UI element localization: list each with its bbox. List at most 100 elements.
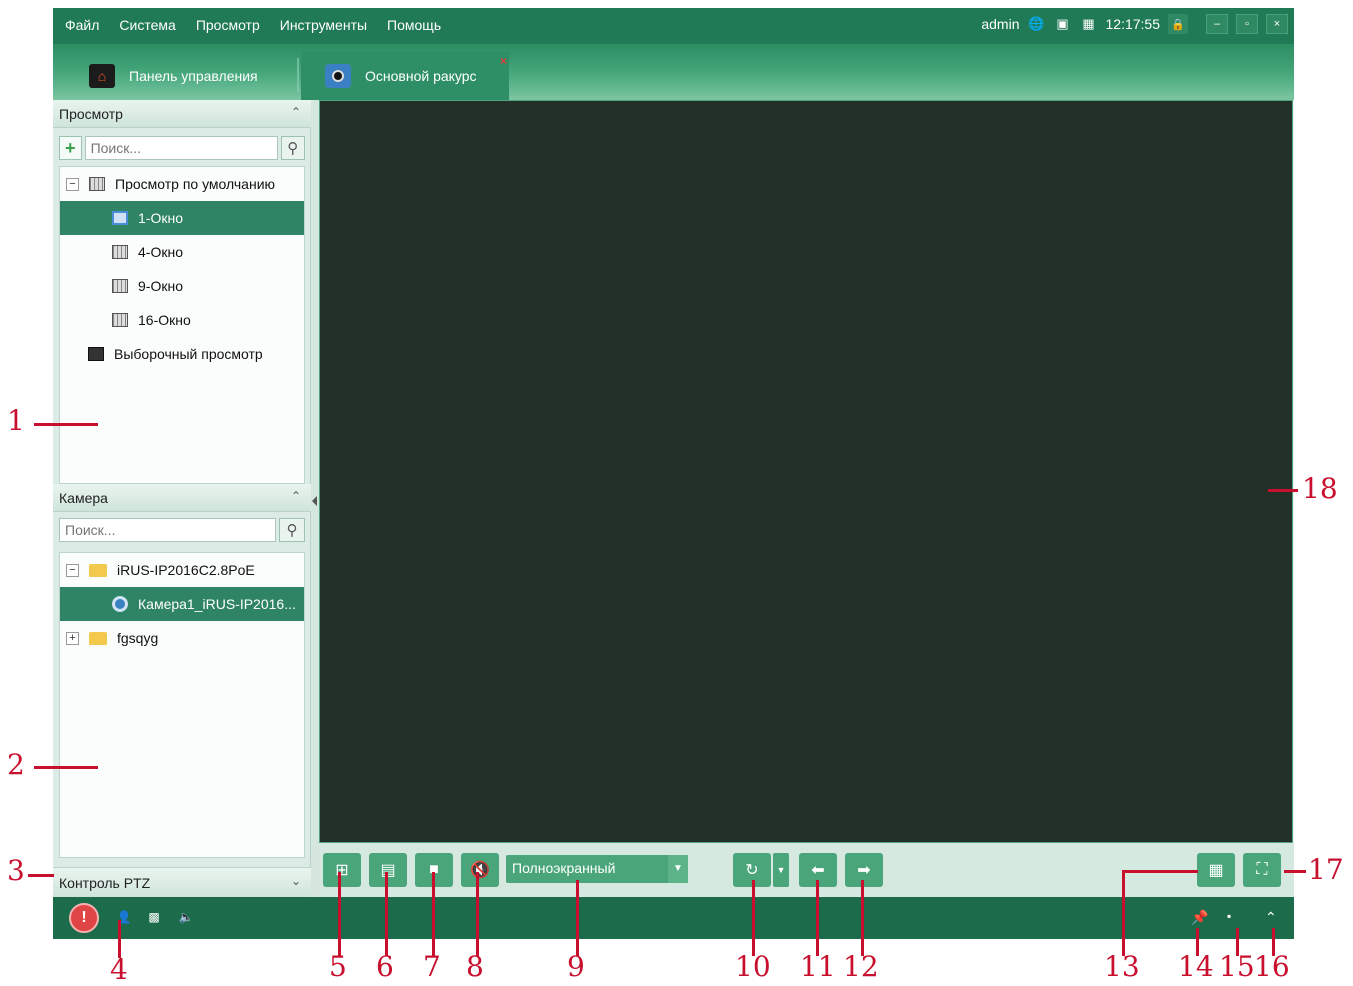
next-page-button[interactable]: ➡	[845, 853, 883, 887]
layout-1-window[interactable]: 1-Окно	[60, 201, 304, 235]
tree-node-group[interactable]: + fgsqyg	[60, 621, 304, 655]
annotation-15: 15	[1219, 950, 1255, 983]
annotation-line	[338, 872, 341, 956]
menu-help[interactable]: Помощь	[387, 17, 441, 33]
collapse-icon[interactable]: −	[66, 563, 79, 577]
grid-16-icon	[112, 313, 128, 327]
layout-9-window[interactable]: 9-Окно	[60, 269, 304, 303]
annotation-7: 7	[423, 950, 441, 983]
annotation-2: 2	[7, 748, 25, 781]
tree-label: 1-Окно	[138, 210, 183, 226]
video-exception-icon[interactable]: ▩	[145, 909, 163, 925]
menu-system[interactable]: Система	[119, 17, 175, 33]
app-window: Файл Система Просмотр Инструменты Помощь…	[53, 8, 1294, 939]
display-mode-select[interactable]: Полноэкранный ▼	[506, 855, 688, 883]
pin-icon[interactable]: 📌	[1191, 909, 1208, 926]
tab-control-panel[interactable]: ⌂ Панель управления	[53, 52, 297, 100]
window-layout-button[interactable]: ▦	[1197, 853, 1235, 887]
camera-section-title: Камера	[59, 490, 108, 506]
display-mode-value: Полноэкранный	[512, 860, 616, 876]
tab-close-icon[interactable]: ×	[500, 54, 507, 68]
tab-divider	[297, 58, 299, 92]
tab-label: Панель управления	[129, 68, 258, 84]
menu-file[interactable]: Файл	[65, 17, 99, 33]
camera-section-header[interactable]: Камера ⌃	[53, 484, 311, 512]
close-button[interactable]: ×	[1266, 14, 1288, 34]
maximize-button[interactable]: ▫	[1236, 14, 1258, 34]
annotation-line	[476, 872, 479, 956]
fullscreen-button[interactable]: ⛶	[1243, 853, 1281, 887]
expand-icon[interactable]: +	[66, 631, 79, 645]
layout-4-window[interactable]: 4-Окно	[60, 235, 304, 269]
chevron-up-icon[interactable]: ⌃	[291, 489, 301, 503]
alarm-icon[interactable]: !	[69, 903, 99, 933]
lock-icon[interactable]: 🔒	[1168, 14, 1188, 34]
search-icon[interactable]: ⚲	[279, 518, 305, 542]
annotation-1: 1	[7, 404, 25, 437]
tree-node-device[interactable]: − iRUS-IP2016C2.8PoE	[60, 553, 304, 587]
tree-label: 4-Окно	[138, 244, 183, 260]
annotation-line	[861, 880, 864, 956]
custom-view-icon	[88, 347, 104, 361]
view-search-row: + ⚲	[59, 136, 305, 162]
panel-collapse-handle[interactable]	[311, 100, 319, 897]
annotation-13: 13	[1104, 950, 1140, 983]
annotation-line	[1122, 870, 1198, 873]
annotation-4: 4	[110, 953, 128, 986]
grid-icon	[89, 177, 105, 191]
tree-label: 16-Окно	[138, 312, 191, 328]
window-division-button[interactable]: ▤	[369, 853, 407, 887]
custom-view[interactable]: Выборочный просмотр	[60, 337, 304, 371]
menu-tools[interactable]: Инструменты	[280, 17, 367, 33]
camera-search-input[interactable]	[59, 518, 276, 542]
collapse-icon[interactable]: −	[66, 177, 79, 191]
annotation-line	[432, 872, 435, 956]
view-section-title: Просмотр	[59, 106, 123, 122]
audio-mute-icon[interactable]: 🔈	[177, 909, 195, 925]
ptz-section-title: Контроль PTZ	[59, 875, 151, 891]
grid-4-icon	[112, 245, 128, 259]
annotation-8: 8	[466, 950, 484, 983]
chevron-down-icon: ▼	[668, 855, 688, 883]
tree-label: 9-Окно	[138, 278, 183, 294]
camera-icon	[325, 64, 351, 88]
minimize-button[interactable]: –	[1206, 14, 1228, 34]
view-search-input[interactable]	[84, 136, 278, 160]
camera-icon	[112, 596, 128, 612]
chevron-up-icon[interactable]: ⌃	[291, 105, 301, 119]
chevron-down-icon[interactable]: ⌄	[291, 874, 301, 888]
ptz-section-header[interactable]: Контроль PTZ ⌄	[53, 867, 311, 897]
annotation-line	[1122, 870, 1125, 956]
grid-9-icon	[112, 279, 128, 293]
tab-bar: ⌂ Панель управления Основной ракурс ×	[53, 44, 1294, 100]
menu-view[interactable]: Просмотр	[196, 17, 260, 33]
annotation-line	[816, 880, 819, 956]
annotation-10: 10	[735, 950, 771, 983]
annotation-line	[752, 880, 755, 956]
tree-node-camera[interactable]: Камера1_iRUS-IP2016...	[60, 587, 304, 621]
maximize-panel-icon[interactable]: ▪	[1227, 909, 1231, 923]
layout-16-window[interactable]: 16-Окно	[60, 303, 304, 337]
annotation-line	[28, 874, 54, 877]
annotation-18: 18	[1302, 472, 1338, 505]
annotation-line	[34, 766, 98, 769]
view-section-header[interactable]: Просмотр ⌃	[53, 100, 311, 128]
annotation-line	[576, 880, 579, 956]
search-icon[interactable]: ⚲	[280, 136, 305, 160]
mute-button[interactable]: 🔇	[461, 853, 499, 887]
tab-main-view[interactable]: Основной ракурс ×	[301, 52, 509, 100]
add-view-button[interactable]: +	[59, 136, 82, 160]
layout-toggle-button[interactable]: ⊞	[323, 853, 361, 887]
annotation-line	[385, 872, 388, 956]
auto-switch-dropdown[interactable]: ▼	[773, 853, 789, 887]
annotation-9: 9	[567, 950, 585, 983]
arrow-left-icon	[312, 496, 317, 506]
cpu-icon: ▣	[1056, 16, 1069, 31]
network-icon: 🌐	[1028, 16, 1045, 31]
video-display-area[interactable]	[319, 100, 1293, 843]
tree-label: Выборочный просмотр	[114, 346, 263, 362]
expand-panel-icon[interactable]: ⌃	[1265, 909, 1277, 926]
tree-node-default-view[interactable]: − Просмотр по умолчанию	[60, 167, 304, 201]
annotation-6: 6	[376, 950, 394, 983]
window-icon	[112, 211, 128, 225]
